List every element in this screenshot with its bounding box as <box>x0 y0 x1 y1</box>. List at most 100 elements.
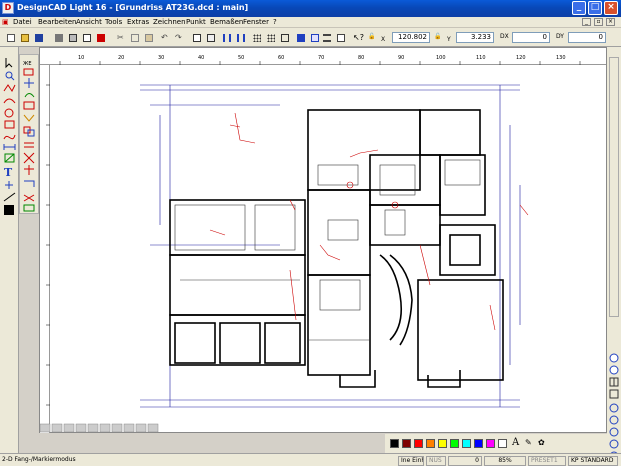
page-button[interactable] <box>190 31 202 43</box>
menu-ansicht[interactable]: Ansicht <box>76 18 102 26</box>
color-swatch-blue[interactable] <box>474 439 483 448</box>
mdi-close-button[interactable]: × <box>606 18 615 26</box>
menu-extras[interactable]: Extras <box>127 18 149 26</box>
grid-toggle-icon[interactable] <box>609 377 619 387</box>
explode-icon[interactable] <box>23 194 35 202</box>
zoom-prev-icon[interactable] <box>609 427 619 437</box>
save-button[interactable] <box>32 31 44 43</box>
cut-button[interactable]: ✂ <box>114 31 126 43</box>
ortho-button[interactable] <box>278 31 290 43</box>
close-button[interactable]: × <box>604 1 618 15</box>
extend-icon[interactable] <box>24 165 34 175</box>
color-swatch-yellow[interactable] <box>438 439 447 448</box>
paint-icon[interactable]: ✿ <box>538 438 545 447</box>
hatch-toggle-icon[interactable] <box>609 389 619 399</box>
dx-field[interactable]: 0 <box>512 32 550 43</box>
zoom-icon[interactable] <box>5 71 15 81</box>
mirror-icon[interactable] <box>23 114 35 122</box>
lock-x-icon[interactable]: 🔓 <box>368 33 375 40</box>
line-icon[interactable] <box>3 192 16 202</box>
bars-button[interactable] <box>234 31 246 43</box>
circle-icon[interactable] <box>4 108 14 118</box>
menu-datei[interactable]: Datei <box>13 18 32 26</box>
info-button[interactable] <box>334 31 346 43</box>
color-swatch-cyan[interactable] <box>462 439 471 448</box>
zoom-out-icon[interactable] <box>609 365 619 375</box>
page-tabs[interactable] <box>39 423 240 433</box>
menu-bearbeiten[interactable]: Bearbeiten <box>38 18 76 26</box>
scale-icon[interactable] <box>23 101 35 110</box>
layers-list-button[interactable] <box>320 31 332 43</box>
layer-button[interactable] <box>294 31 306 43</box>
mdi-minimize-button[interactable]: _ <box>582 18 591 26</box>
vertical-scrollbar[interactable] <box>609 57 619 317</box>
menu-tools[interactable]: Tools <box>105 18 122 26</box>
color-swatch-black[interactable] <box>390 439 399 448</box>
color-swatch-red[interactable] <box>414 439 423 448</box>
left-ruler <box>40 65 50 433</box>
transform-icon[interactable] <box>23 68 34 76</box>
color-swatch-green[interactable] <box>450 439 459 448</box>
rotate-icon[interactable] <box>24 93 35 98</box>
polyline-icon[interactable] <box>3 84 16 92</box>
grid-button[interactable] <box>264 31 276 43</box>
paste-button[interactable] <box>142 31 154 43</box>
undo-button[interactable]: ↶ <box>158 31 170 43</box>
new-file-button[interactable] <box>4 31 16 43</box>
snap-button[interactable] <box>308 31 320 43</box>
open-file-button[interactable] <box>18 31 30 43</box>
print-button[interactable] <box>52 31 64 43</box>
minimize-button[interactable]: _ <box>572 1 586 15</box>
curve-icon[interactable] <box>3 134 16 140</box>
export-button[interactable] <box>80 31 92 43</box>
pdf-button[interactable] <box>94 31 106 43</box>
redo-button[interactable]: ↷ <box>172 31 184 43</box>
trim-icon[interactable] <box>23 152 35 164</box>
group-icon[interactable] <box>23 204 35 212</box>
maximize-button[interactable]: □ <box>588 1 602 15</box>
offset-icon[interactable] <box>24 180 35 187</box>
columns-button[interactable] <box>220 31 232 43</box>
doc-menu-icon[interactable]: ▣ <box>2 18 9 26</box>
move-icon[interactable] <box>24 78 34 88</box>
copy-obj-icon[interactable] <box>23 126 35 137</box>
x-coord-field[interactable]: 120.802 <box>392 32 430 43</box>
color-swatch-magenta[interactable] <box>486 439 495 448</box>
color-swatch-darkred[interactable] <box>402 439 411 448</box>
fill-color-icon[interactable] <box>4 205 14 215</box>
grid-dots-button[interactable] <box>250 31 262 43</box>
dy-field[interactable]: 0 <box>568 32 606 43</box>
print-preview-button[interactable] <box>66 31 78 43</box>
arc-icon[interactable] <box>3 98 16 104</box>
menu-fenster[interactable]: Fenster <box>243 18 269 26</box>
color-swatch-white[interactable] <box>498 439 507 448</box>
rectangle-icon[interactable] <box>4 120 15 129</box>
text-tool-icon[interactable]: T <box>4 166 13 179</box>
zoom-all-icon[interactable] <box>609 415 619 425</box>
point-icon[interactable] <box>5 181 13 189</box>
snap-mode-icon[interactable]: ЖЕ <box>23 61 32 67</box>
document-button[interactable] <box>204 31 216 43</box>
menu-zeichnen[interactable]: Zeichnen <box>153 18 186 26</box>
color-swatch-orange[interactable] <box>426 439 435 448</box>
lock-y-icon[interactable]: 🔓 <box>434 33 441 40</box>
zoom-window-icon[interactable] <box>609 403 619 413</box>
menu-bemassen[interactable]: Bemaßen <box>210 18 243 26</box>
dimension-icon[interactable] <box>3 144 16 150</box>
y-coord-field[interactable]: 3.233 <box>456 32 494 43</box>
ruler-label: 10 <box>78 55 85 61</box>
select-arrow-icon[interactable] <box>5 58 13 69</box>
mdi-restore-button[interactable]: ▫ <box>594 18 603 26</box>
menu-punkt[interactable]: Punkt <box>186 18 206 26</box>
menu-help[interactable]: ? <box>273 18 277 26</box>
copy-button[interactable] <box>128 31 140 43</box>
pen-icon[interactable]: ✎ <box>525 438 532 447</box>
zoom-in-icon[interactable] <box>609 353 619 363</box>
text-style-button[interactable]: A <box>512 437 519 448</box>
help-pointer-button[interactable]: ↖? <box>350 31 364 43</box>
status-value: 0 <box>448 456 482 466</box>
pan-icon[interactable] <box>609 439 619 449</box>
array-icon[interactable] <box>24 142 34 148</box>
hatch-icon[interactable] <box>4 153 15 163</box>
ruler-label: 60 <box>278 55 285 61</box>
